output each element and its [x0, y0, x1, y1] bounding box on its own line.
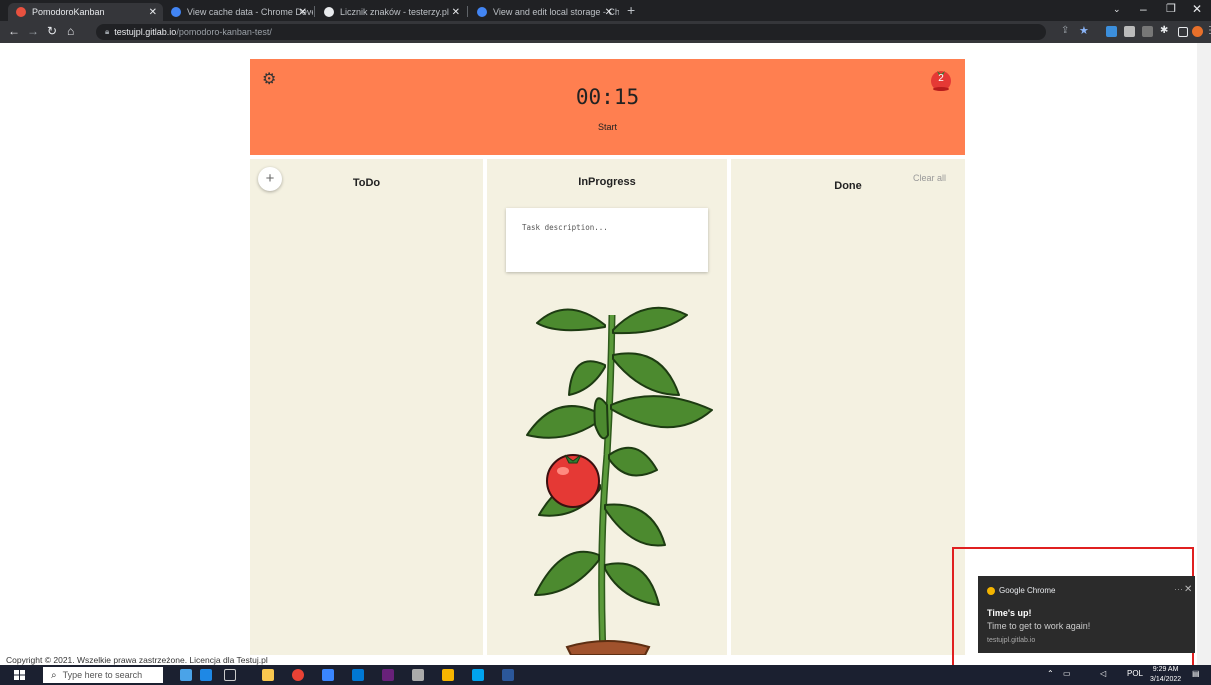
tab-label: View and edit local storage - Chr	[493, 7, 619, 17]
tray-chevron-icon[interactable]: ⌃	[1047, 669, 1054, 678]
close-tab-icon[interactable]: ✕	[299, 7, 307, 18]
tomato-counter: 2	[929, 68, 953, 92]
media-player-icon[interactable]	[472, 669, 484, 681]
notepad-icon[interactable]	[412, 669, 424, 681]
close-tab-icon[interactable]: ✕	[452, 7, 460, 18]
address-bar[interactable]: 🔒︎ testujpl.gitlab.io/pomodoro-kanban-te…	[96, 24, 1046, 40]
timer-header: 00:15 Start	[250, 59, 965, 155]
tray-volume-icon[interactable]: ◁	[1100, 669, 1106, 678]
clock[interactable]: 9:29 AM 3/14/2022	[1150, 665, 1181, 685]
tomato-count: 2	[938, 73, 944, 84]
notification-body: Time to get to work again!	[987, 621, 1091, 631]
bookmark-star-icon[interactable]: ★	[1079, 24, 1090, 37]
close-tab-icon[interactable]: ✕	[149, 7, 157, 18]
windows-taskbar: ⌕ Type here to search ⌃ ▭ ◁ POL 9:29 AM …	[0, 665, 1211, 685]
site-favicon-icon	[324, 7, 334, 17]
language-indicator[interactable]: POL	[1127, 669, 1143, 678]
word-icon[interactable]	[502, 669, 514, 681]
forward-icon[interactable]: →	[27, 24, 39, 38]
tab-search-icon[interactable]: ⌄	[1113, 4, 1121, 15]
browser-toolbar: ← → ↻ ⌂ 🔒︎ testujpl.gitlab.io/pomodoro-k…	[0, 21, 1211, 43]
windows-start-icon[interactable]	[14, 670, 25, 680]
person-icon[interactable]	[200, 669, 212, 681]
menu-kebab-icon[interactable]: ⋮	[1205, 25, 1211, 36]
column-title-inprogress: InProgress	[578, 176, 636, 188]
clear-all-button[interactable]: Clear all	[913, 173, 946, 183]
column-todo: ToDo	[250, 159, 483, 655]
add-task-button[interactable]: +	[258, 167, 282, 191]
tab-licznik-znakow[interactable]: Licznik znaków - testerzy.pl ✕	[316, 3, 466, 21]
clock-date: 3/14/2022	[1150, 676, 1182, 683]
url-path: /pomodoro-kanban-test/	[176, 27, 272, 37]
taskbar-search-box[interactable]: ⌕ Type here to search	[43, 667, 163, 683]
scrollbar[interactable]	[1197, 43, 1211, 665]
task-description-input[interactable]: Task description...	[522, 223, 608, 232]
notification-center-icon[interactable]: ▤	[1192, 669, 1200, 678]
timer-display: 00:15	[575, 85, 640, 109]
tab-cache-data[interactable]: View cache data - Chrome Devel ✕	[163, 3, 313, 21]
file-explorer-icon[interactable]	[262, 669, 274, 681]
tab-pomodoro-kanban[interactable]: PomodoroKanban ✕	[8, 3, 163, 21]
tab-label: PomodoroKanban	[32, 7, 105, 17]
minimize-icon[interactable]: –	[1140, 2, 1147, 16]
task-card[interactable]: Task description...	[506, 208, 708, 272]
extension-grid-icon[interactable]	[1142, 26, 1153, 37]
url-host: testujpl.gitlab.io	[114, 27, 177, 37]
new-tab-button[interactable]: +	[627, 2, 635, 18]
chrome-taskbar-icon[interactable]	[292, 669, 304, 681]
extensions-puzzle-icon[interactable]: ✱	[1160, 25, 1171, 36]
extension-translate-icon[interactable]	[1106, 26, 1117, 37]
home-icon[interactable]: ⌂	[67, 24, 74, 38]
tab-local-storage[interactable]: View and edit local storage - Chr ✕	[469, 3, 619, 21]
taskbar-search-placeholder: Type here to search	[62, 670, 143, 680]
search-icon: ⌕	[51, 669, 57, 681]
tab-strip: PomodoroKanban ✕ View cache data - Chrom…	[0, 0, 1211, 21]
notification-close-icon[interactable]: ✕	[1184, 584, 1192, 595]
back-icon[interactable]: ←	[8, 24, 20, 38]
start-button[interactable]: Start	[250, 122, 965, 132]
tab-label: View cache data - Chrome Devel	[187, 7, 313, 17]
more-options-icon[interactable]: ···	[1174, 584, 1183, 594]
profile-avatar[interactable]	[1192, 26, 1203, 37]
reload-icon[interactable]: ↻	[47, 24, 57, 38]
mail-icon[interactable]	[352, 669, 364, 681]
paint-icon[interactable]	[442, 669, 454, 681]
copyright-text: Copyright © 2021. Wszelkie prawa zastrze…	[6, 655, 268, 665]
gear-icon[interactable]: ⚙	[262, 69, 276, 89]
visual-studio-icon[interactable]	[382, 669, 394, 681]
task-view-icon[interactable]	[224, 669, 236, 681]
column-done: Done	[731, 159, 965, 655]
notification-app-name: Google Chrome	[999, 586, 1056, 595]
chrome-favicon-icon	[477, 7, 487, 17]
close-tab-icon[interactable]: ✕	[605, 7, 613, 18]
extension-camera-icon[interactable]	[1124, 26, 1135, 37]
share-icon[interactable]: ⇪	[1061, 25, 1072, 36]
clock-time: 9:29 AM	[1152, 666, 1179, 673]
widgets-icon[interactable]	[180, 669, 192, 681]
tomato-favicon-icon	[16, 7, 26, 17]
chrome-notification[interactable]: Google Chrome ··· ✕ Time's up! Time to g…	[978, 576, 1195, 653]
notification-title: Time's up!	[987, 608, 1032, 618]
notification-source: testujpl.gitlab.io	[987, 637, 1036, 644]
lock-icon: 🔒︎	[105, 27, 110, 36]
window-close-icon[interactable]: ✕	[1192, 2, 1202, 16]
tomato-plant-illustration	[526, 306, 713, 655]
store-icon[interactable]	[322, 669, 334, 681]
column-title-todo: ToDo	[352, 177, 381, 189]
chrome-icon	[987, 587, 995, 595]
chrome-favicon-icon	[171, 7, 181, 17]
tab-label: Licznik znaków - testerzy.pl	[340, 7, 449, 17]
tab-divider	[314, 6, 315, 17]
restore-icon[interactable]: ❐	[1166, 2, 1176, 15]
tray-network-icon[interactable]: ▭	[1063, 669, 1071, 678]
tab-divider	[467, 6, 468, 17]
side-panel-icon[interactable]	[1178, 27, 1188, 37]
